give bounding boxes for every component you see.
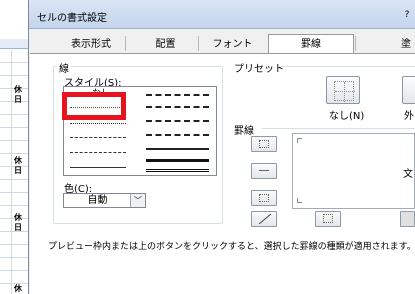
border-divider xyxy=(262,128,415,129)
line-style-dotted[interactable] xyxy=(70,123,126,124)
preset-group-label: プリセット xyxy=(234,64,284,75)
tab-number-format[interactable]: 表示形式 xyxy=(61,38,121,52)
border-left-button[interactable] xyxy=(315,211,341,227)
line-style-dash-dot-dot[interactable] xyxy=(70,137,126,138)
tab-alignment[interactable]: 配置 xyxy=(138,38,193,52)
tab-fill[interactable]: 塗 xyxy=(401,38,415,52)
tab-font[interactable]: フォント xyxy=(205,38,260,52)
column-header xyxy=(0,39,28,49)
description-text: プレビュー枠内または上のボタンをクリックすると、選択した罫線の種類が適用されます… xyxy=(48,242,415,252)
preset-divider xyxy=(278,66,415,67)
grid-column-line xyxy=(11,50,12,294)
help-button[interactable]: ? xyxy=(400,9,414,21)
cell-holiday: 休日 xyxy=(14,284,22,293)
cell-holiday: 休日 xyxy=(14,156,22,175)
preset-none-label: なし(N) xyxy=(329,111,365,122)
line-style-thin[interactable] xyxy=(70,167,126,168)
diagonal-up-icon xyxy=(259,214,271,224)
line-color-combo[interactable]: 自動 ﹀ xyxy=(63,193,146,208)
tab-separator xyxy=(198,36,199,51)
border-left-icon xyxy=(323,214,333,223)
border-top-icon xyxy=(259,140,269,148)
preset-outline-label: 外 xyxy=(404,111,414,122)
line-group-label: 線 xyxy=(57,60,71,75)
no-border-icon xyxy=(334,81,355,102)
line-style-double[interactable] xyxy=(146,169,209,172)
chevron-down-icon[interactable]: ﹀ xyxy=(130,194,145,207)
tab-separator xyxy=(125,36,126,51)
line-style-slanted-dash-dot[interactable] xyxy=(146,106,209,108)
line-style-medium-dash-dot[interactable] xyxy=(146,120,209,122)
border-inside-horizontal-icon xyxy=(259,170,269,171)
line-style-medium-dashed[interactable] xyxy=(146,134,209,136)
preset-none-button[interactable] xyxy=(326,76,360,104)
dialog-titlebar: セルの書式設定 ? xyxy=(29,0,415,29)
tab-border[interactable]: 罫線 xyxy=(286,38,336,52)
border-inside-horizontal-button[interactable] xyxy=(251,163,277,179)
line-color-value: 自動 xyxy=(87,195,108,206)
line-style-medium-dash-dot-dot[interactable] xyxy=(146,94,209,96)
border-bottom-icon xyxy=(259,194,269,202)
border-group-label: 罫線 xyxy=(234,126,254,137)
border-top-button[interactable] xyxy=(251,136,277,152)
line-style-dash-dot[interactable] xyxy=(70,152,126,153)
line-style-medium[interactable] xyxy=(146,148,209,150)
tab-separator xyxy=(355,36,356,51)
dialog-title: セルの書式設定 xyxy=(37,13,107,24)
cell-holiday: 休日 xyxy=(14,85,22,104)
line-style-thick[interactable] xyxy=(146,159,209,162)
preview-text: 文 xyxy=(403,169,413,180)
border-preview[interactable]: 文 xyxy=(292,133,415,209)
highlight-box xyxy=(62,92,126,120)
preset-outline-button[interactable] xyxy=(402,76,415,104)
border-bottom-button[interactable] xyxy=(251,190,277,206)
preview-corner-mark xyxy=(297,198,302,203)
cell-holiday: 休日 xyxy=(14,213,22,232)
border-diagonal-up-button[interactable] xyxy=(251,211,277,227)
border-right-button[interactable] xyxy=(400,211,415,227)
preview-corner-mark xyxy=(297,138,302,143)
